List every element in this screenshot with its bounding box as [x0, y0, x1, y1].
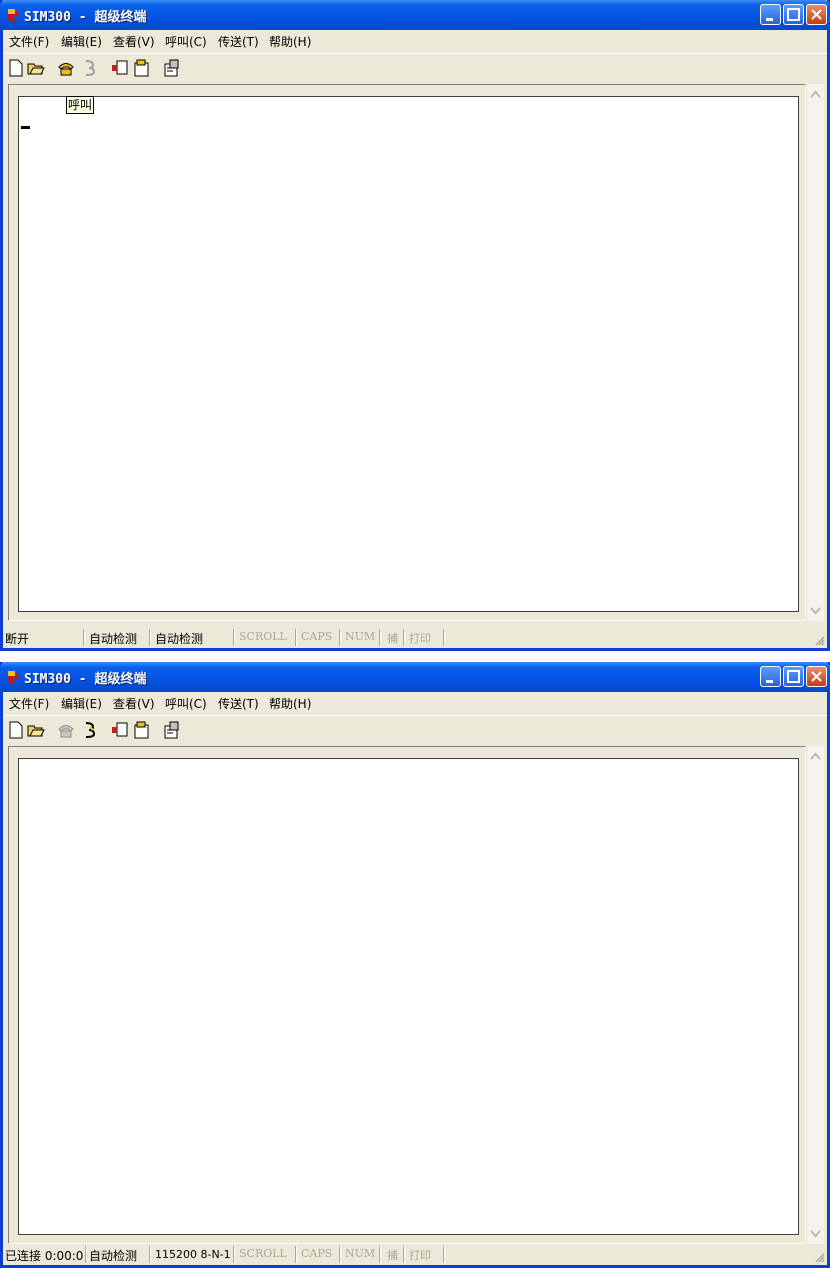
vertical-scrollbar[interactable] — [806, 746, 824, 1244]
window-title: SIM300 - 超级终端 — [24, 672, 147, 687]
scroll-down-icon[interactable] — [807, 602, 824, 619]
status-divider — [295, 629, 297, 646]
minimize-icon — [766, 18, 773, 21]
receive-file-icon[interactable] — [133, 59, 151, 77]
terminal-area[interactable] — [18, 96, 799, 612]
menu-transfer[interactable]: 传送(T) — [218, 695, 259, 712]
caps-lock-indicator: CAPS — [301, 630, 333, 643]
scroll-down-icon[interactable] — [807, 1225, 824, 1242]
disconnect-icon[interactable] — [81, 59, 99, 77]
close-icon — [811, 9, 822, 20]
status-divider — [339, 1246, 341, 1263]
vertical-scrollbar[interactable] — [806, 84, 824, 621]
print-indicator: 打印 — [409, 1249, 431, 1262]
terminal-detect-status: 自动检测 — [89, 632, 138, 646]
properties-icon[interactable] — [163, 59, 181, 77]
status-bar: 断开 自动检测 自动检测 SCROLL CAPS NUM 捕 打印 — [3, 627, 827, 648]
call-tooltip: 呼叫 — [66, 96, 94, 114]
send-file-icon[interactable] — [111, 59, 129, 77]
status-divider — [403, 629, 405, 646]
status-divider — [403, 1246, 405, 1263]
menu-help[interactable]: 帮助(H) — [269, 33, 311, 50]
status-divider — [379, 629, 381, 646]
status-divider — [379, 1246, 381, 1263]
close-button[interactable] — [806, 666, 827, 687]
title-bar[interactable]: SIM300 - 超级终端 — [0, 662, 830, 692]
menu-help[interactable]: 帮助(H) — [269, 695, 311, 712]
menu-file[interactable]: 文件(F) — [9, 33, 49, 50]
maximize-button[interactable] — [783, 4, 804, 25]
num-lock-indicator: NUM — [345, 1247, 376, 1260]
disconnect-icon[interactable] — [81, 721, 99, 739]
close-button[interactable] — [806, 4, 827, 25]
scroll-up-icon[interactable] — [807, 86, 824, 103]
maximize-icon — [787, 670, 800, 683]
scroll-lock-indicator: SCROLL — [239, 1247, 287, 1260]
text-cursor — [21, 126, 30, 129]
toolbar — [3, 53, 827, 84]
num-lock-indicator: NUM — [345, 630, 376, 643]
baud-status: 115200 8-N-1 — [155, 1248, 231, 1261]
hyperterminal-app-icon — [7, 671, 19, 684]
status-divider — [339, 629, 341, 646]
open-folder-icon[interactable] — [27, 721, 45, 739]
new-document-icon[interactable] — [7, 59, 25, 77]
call-phone-icon[interactable] — [57, 59, 75, 77]
menu-view[interactable]: 查看(V) — [113, 33, 155, 50]
open-folder-icon[interactable] — [27, 59, 45, 77]
window-title: SIM300 - 超级终端 — [24, 10, 147, 25]
menu-transfer[interactable]: 传送(T) — [218, 33, 259, 50]
terminal-frame — [8, 746, 806, 1244]
scroll-lock-indicator: SCROLL — [239, 630, 287, 643]
terminal-frame — [8, 84, 806, 621]
call-phone-icon[interactable] — [57, 721, 75, 739]
hyperterminal-app-icon — [7, 9, 19, 22]
baud-detect-status: 自动检测 — [155, 632, 204, 646]
status-divider — [443, 1246, 445, 1263]
status-divider — [85, 1246, 87, 1263]
hyperterminal-window-disconnected: SIM300 - 超级终端 文件(F) 编辑(E) 查看(V) 呼叫(C) 传送… — [0, 0, 830, 651]
properties-icon[interactable] — [163, 721, 181, 739]
status-divider — [233, 1246, 235, 1263]
hyperterminal-window-connected: SIM300 - 超级终端 文件(F) 编辑(E) 查看(V) 呼叫(C) 传送… — [0, 662, 830, 1268]
menu-bar: 文件(F) 编辑(E) 查看(V) 呼叫(C) 传送(T) 帮助(H) — [3, 30, 827, 52]
resize-grip-icon[interactable] — [813, 1251, 825, 1263]
terminal-detect-status: 自动检测 — [89, 1249, 138, 1263]
new-document-icon[interactable] — [7, 721, 25, 739]
receive-file-icon[interactable] — [133, 721, 151, 739]
scroll-up-icon[interactable] — [807, 748, 824, 765]
menu-call[interactable]: 呼叫(C) — [165, 695, 207, 712]
status-bar: 已连接 0:00:0 自动检测 115200 8-N-1 SCROLL CAPS… — [3, 1244, 827, 1265]
terminal-area[interactable] — [18, 758, 799, 1235]
status-divider — [149, 1246, 151, 1263]
status-divider — [295, 1246, 297, 1263]
minimize-button[interactable] — [760, 4, 781, 25]
send-file-icon[interactable] — [111, 721, 129, 739]
capture-indicator: 捕 — [387, 632, 398, 645]
title-bar[interactable]: SIM300 - 超级终端 — [0, 0, 830, 30]
connection-status: 断开 — [5, 632, 30, 646]
status-divider — [443, 629, 445, 646]
menu-edit[interactable]: 编辑(E) — [61, 695, 102, 712]
capture-indicator: 捕 — [387, 1249, 398, 1262]
minimize-icon — [766, 680, 773, 683]
menu-call[interactable]: 呼叫(C) — [165, 33, 207, 50]
caps-lock-indicator: CAPS — [301, 1247, 333, 1260]
menu-bar: 文件(F) 编辑(E) 查看(V) 呼叫(C) 传送(T) 帮助(H) — [3, 692, 827, 714]
resize-grip-icon[interactable] — [813, 634, 825, 646]
status-divider — [233, 629, 235, 646]
menu-file[interactable]: 文件(F) — [9, 695, 49, 712]
maximize-icon — [787, 8, 800, 21]
minimize-button[interactable] — [760, 666, 781, 687]
menu-edit[interactable]: 编辑(E) — [61, 33, 102, 50]
maximize-button[interactable] — [783, 666, 804, 687]
status-divider — [149, 629, 151, 646]
connection-status: 已连接 0:00:0 — [5, 1249, 84, 1263]
close-icon — [811, 671, 822, 682]
menu-view[interactable]: 查看(V) — [113, 695, 155, 712]
toolbar — [3, 715, 827, 746]
print-indicator: 打印 — [409, 632, 431, 645]
status-divider — [83, 629, 85, 646]
